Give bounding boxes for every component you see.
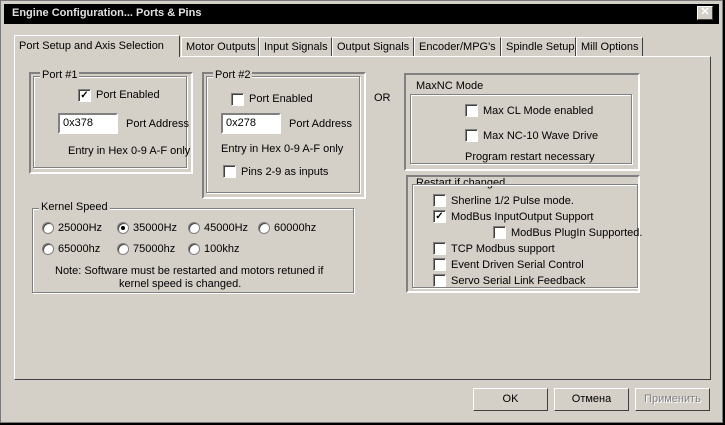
port2-enabled-checkbox[interactable] [231, 93, 244, 106]
maxnc-cl-label: Max CL Mode enabled [483, 105, 594, 117]
servo-serial-label: Servo Serial Link Feedback [451, 275, 586, 287]
kernel-label-60000: 60000hz [274, 222, 317, 234]
ok-button[interactable]: OK [473, 388, 548, 411]
tab-mill-options[interactable]: Mill Options [576, 37, 643, 56]
port1-hint: Entry in Hex 0-9 A-F only [68, 145, 191, 157]
modbus-io-label: ModBus InputOutput Support [451, 211, 594, 223]
restart-frame: Restart if changed Sherline 1/2 Pulse mo… [406, 175, 642, 293]
kernel-radio-45000[interactable] [188, 222, 200, 234]
port2-group: Port #2 Port Enabled 0x278 Port Address … [206, 69, 360, 193]
sherline-checkbox[interactable] [433, 194, 446, 207]
kernel-label-35000: 35000Hz [133, 222, 178, 234]
tab-motor-outputs[interactable]: Motor Outputs [181, 37, 259, 56]
close-icon: ✕ [700, 6, 710, 18]
kernel-note-line2: kernel speed is changed. [119, 278, 242, 290]
servo-serial-checkbox[interactable] [433, 274, 446, 287]
kernel-label-25000: 25000Hz [58, 222, 103, 234]
close-button[interactable]: ✕ [697, 6, 713, 20]
or-label: OR [374, 92, 391, 104]
check-icon: ✓ [435, 211, 444, 222]
sherline-label: Sherline 1/2 Pulse mode. [451, 195, 574, 207]
apply-button[interactable]: Применить [635, 388, 710, 411]
kernel-note-line1: Note: Software must be restarted and mot… [55, 265, 324, 277]
port2-pins-label: Pins 2-9 as inputs [241, 166, 329, 178]
maxnc-cl-checkbox[interactable] [465, 104, 478, 117]
kernel-title: Kernel Speed [39, 201, 110, 213]
port1-address-input[interactable]: 0x378 [58, 113, 118, 134]
port1-group: Port #1 ✓ Port Enabled 0x378 Port Addres… [33, 69, 191, 168]
cancel-button[interactable]: Отмена [554, 388, 629, 411]
modbus-plugin-label: ModBus PlugIn Supported. [511, 227, 643, 239]
maxnc-group: Max CL Mode enabled Max NC-10 Wave Drive… [410, 94, 632, 164]
tab-encoder-mpg[interactable]: Encoder/MPG's [414, 37, 501, 56]
port2-address-input[interactable]: 0x278 [221, 113, 281, 134]
tcp-modbus-label: TCP Modbus support [451, 243, 555, 255]
port2-frame: Port #2 Port Enabled 0x278 Port Address … [202, 69, 366, 199]
kernel-radio-35000[interactable] [117, 222, 129, 234]
maxnc-nc10-checkbox[interactable] [465, 129, 478, 142]
tab-output-signals[interactable]: Output Signals [332, 37, 414, 56]
tcp-modbus-checkbox[interactable] [433, 242, 446, 255]
kernel-radio-65000[interactable] [42, 243, 54, 255]
kernel-radio-100k[interactable] [188, 243, 200, 255]
maxnc-note: Program restart necessary [465, 151, 595, 163]
event-serial-label: Event Driven Serial Control [451, 259, 584, 271]
engine-config-window: Engine Configuration... Ports & Pins ✕ P… [0, 0, 723, 423]
kernel-label-100k: 100khz [204, 243, 240, 255]
title-bar: Engine Configuration... Ports & Pins ✕ [4, 4, 719, 24]
kernel-label-65000: 65000hz [58, 243, 101, 255]
tab-port-setup[interactable]: Port Setup and Axis Selection [14, 35, 180, 57]
restart-group: Sherline 1/2 Pulse mode. ✓ ModBus InputO… [412, 184, 642, 288]
kernel-radio-25000[interactable] [42, 222, 54, 234]
port1-frame: Port #1 ✓ Port Enabled 0x378 Port Addres… [29, 69, 193, 174]
maxnc-title: MaxNC Mode [416, 80, 484, 92]
kernel-radio-60000[interactable] [258, 222, 270, 234]
port2-address-label: Port Address [289, 118, 352, 130]
modbus-plugin-checkbox[interactable] [493, 226, 506, 239]
port1-enabled-label: Port Enabled [96, 89, 160, 101]
port1-address-label: Port Address [126, 118, 189, 130]
maxnc-nc10-label: Max NC-10 Wave Drive [483, 130, 599, 142]
port2-enabled-label: Port Enabled [249, 93, 313, 105]
event-serial-checkbox[interactable] [433, 258, 446, 271]
kernel-radio-75000[interactable] [117, 243, 129, 255]
port2-title: Port #2 [213, 69, 253, 81]
tab-spindle-setup[interactable]: Spindle Setup [501, 37, 576, 56]
tab-input-signals[interactable]: Input Signals [259, 37, 332, 56]
window-title: Engine Configuration... Ports & Pins [12, 7, 202, 19]
tab-panel: Port #1 ✓ Port Enabled 0x378 Port Addres… [14, 56, 711, 380]
kernel-label-45000: 45000Hz [204, 222, 249, 234]
modbus-io-checkbox[interactable]: ✓ [433, 210, 446, 223]
port2-pins-checkbox[interactable] [223, 165, 236, 178]
port1-title: Port #1 [40, 69, 80, 81]
port1-enabled-checkbox[interactable]: ✓ [78, 89, 91, 102]
check-icon: ✓ [80, 90, 89, 101]
kernel-label-75000: 75000hz [133, 243, 176, 255]
port2-hint: Entry in Hex 0-9 A-F only [221, 143, 344, 155]
maxnc-frame: MaxNC Mode Max CL Mode enabled Max NC-10… [404, 73, 640, 171]
kernel-speed-group: Kernel Speed 25000Hz 35000Hz 45000Hz 600… [32, 201, 354, 293]
